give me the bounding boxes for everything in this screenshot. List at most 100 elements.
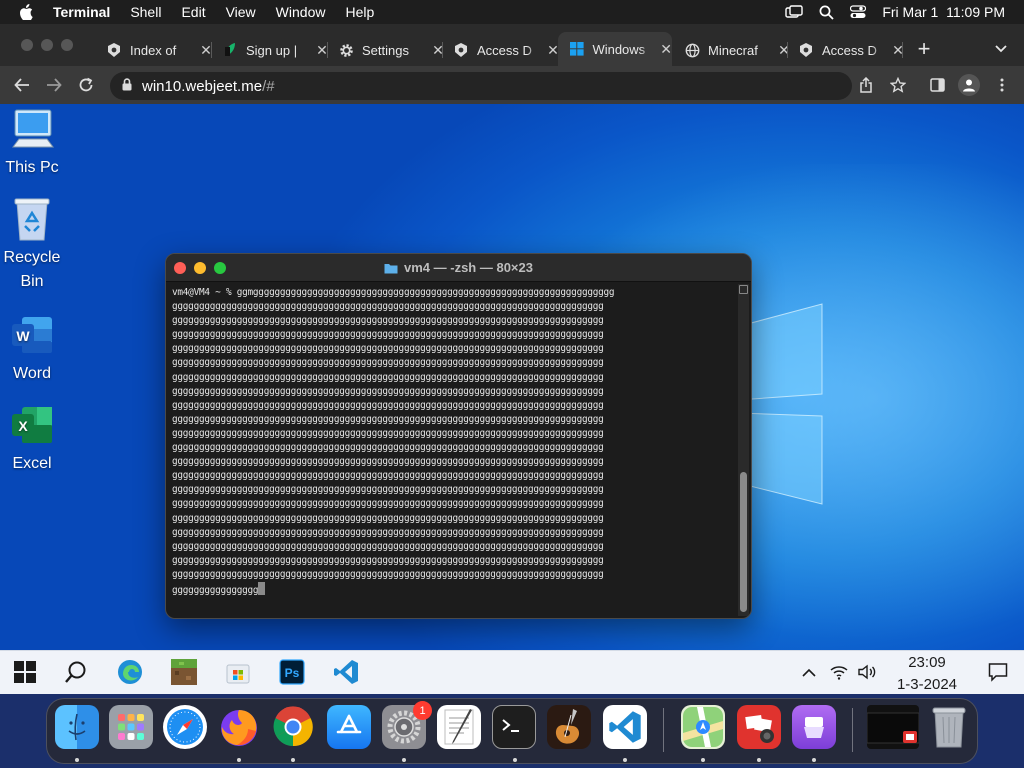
wifi-icon[interactable]	[828, 650, 850, 694]
vscode-icon[interactable]	[603, 705, 647, 749]
photo-booth-icon[interactable]	[737, 705, 781, 749]
browser-tab[interactable]: Minecraf ✕	[684, 37, 790, 63]
app-store-icon[interactable]	[327, 705, 371, 749]
menu-help[interactable]: Help	[345, 4, 374, 20]
search-icon[interactable]	[60, 650, 92, 694]
browser-tab-active[interactable]: Windows ✕	[558, 32, 672, 66]
volume-icon[interactable]	[856, 650, 878, 694]
desktop-icon-recycle-bin[interactable]: Recycle Bin	[0, 196, 64, 294]
notification-badge: 1	[413, 701, 432, 720]
forward-arrow-icon[interactable]	[44, 76, 64, 94]
svg-text:W: W	[16, 328, 30, 344]
url-host: win10.webjeet.me	[142, 77, 263, 95]
excel-icon: X	[9, 402, 55, 448]
menu-app-name[interactable]: Terminal	[53, 4, 110, 20]
browser-tab[interactable]: Settings ✕	[338, 37, 444, 63]
new-tab-button[interactable]: +	[914, 36, 934, 61]
textedit-icon[interactable]	[437, 705, 481, 749]
spotlight-search-icon[interactable]	[819, 5, 834, 20]
svg-text:Ps: Ps	[285, 666, 300, 680]
desktop-icon-word[interactable]: W Word	[0, 312, 64, 386]
maps-icon[interactable]	[681, 705, 725, 749]
browser-close-button[interactable]	[21, 39, 33, 51]
terminal-close-button[interactable]	[174, 262, 186, 274]
tab-label: Windows	[592, 41, 646, 57]
finder-icon[interactable]	[55, 705, 99, 749]
more-menu-icon[interactable]	[993, 76, 1011, 94]
terminal-cursor	[258, 581, 266, 595]
browser-minimize-button[interactable]	[41, 39, 53, 51]
leaf-icon	[222, 42, 238, 58]
address-bar[interactable]: win10.webjeet.me/#	[110, 72, 852, 100]
tab-label: Settings	[362, 42, 409, 58]
store-icon[interactable]	[222, 650, 254, 694]
windows-start-icon[interactable]	[10, 650, 40, 694]
terminal-line: gggggggggggggggg	[172, 584, 259, 596]
vscode-icon[interactable]	[330, 650, 362, 694]
terminal-title-bar[interactable]: vm4 — -zsh — 80×23	[166, 254, 751, 282]
chrome-icon[interactable]	[271, 705, 315, 749]
trash-icon[interactable]	[927, 705, 971, 749]
terminal-line: ggmggggggggggggggggggggggggggggggggggggg…	[236, 287, 615, 298]
folder-icon	[384, 263, 398, 273]
desktop-icon-excel[interactable]: X Excel	[0, 402, 64, 476]
lock-icon[interactable]	[122, 77, 132, 95]
terminal-window[interactable]: vm4 — -zsh — 80×23 vm4@VM4 ~ % ggmgggggg…	[165, 253, 752, 619]
taskbar-date: 1-3-2024	[896, 676, 958, 693]
tab-divider	[902, 42, 903, 58]
browser-tab[interactable]: Access D ✕	[798, 37, 904, 63]
terminal-icon[interactable]	[492, 705, 536, 749]
tab-close-icon[interactable]: ✕	[660, 41, 672, 58]
tab-list-chevron-icon[interactable]	[993, 41, 1009, 57]
browser-tab[interactable]: Access D ✕	[453, 37, 559, 63]
menu-bar-clock[interactable]: Fri Mar 1 11:09 PM	[882, 4, 1005, 20]
control-center-icon[interactable]	[850, 5, 867, 19]
browser-tab[interactable]: Index of ✕	[106, 37, 212, 63]
screen-mirroring-icon[interactable]	[785, 5, 804, 19]
desktop-icon-this-pc[interactable]: This Pc	[0, 106, 64, 180]
podcasts-icon[interactable]	[792, 705, 836, 749]
terminal-output[interactable]: vm4@VM4 ~ % ggmggggggggggggggggggggggggg…	[172, 286, 734, 616]
tab-divider	[327, 42, 328, 58]
safari-icon[interactable]	[163, 705, 207, 749]
tab-close-icon[interactable]: ✕	[778, 42, 790, 59]
reload-icon[interactable]	[76, 76, 96, 94]
desktop-icon-label: Excel	[12, 455, 52, 472]
tab-label: Access D	[477, 42, 532, 58]
screen-recording-icon[interactable]	[867, 705, 919, 749]
taskbar-clock[interactable]: 23:09 1-3-2024	[884, 652, 970, 696]
bookmark-star-icon[interactable]	[889, 76, 907, 94]
apple-logo-icon[interactable]	[19, 4, 33, 20]
tab-divider	[442, 42, 443, 58]
tab-divider	[211, 42, 212, 58]
terminal-minimize-button[interactable]	[194, 262, 206, 274]
minecraft-icon[interactable]	[168, 650, 200, 694]
running-indicator	[812, 758, 816, 762]
share-icon[interactable]	[857, 76, 875, 94]
dock-divider	[663, 708, 664, 752]
firefox-icon[interactable]	[217, 705, 261, 749]
profile-avatar-icon[interactable]	[958, 74, 980, 96]
running-indicator	[513, 758, 517, 762]
menu-shell[interactable]: Shell	[130, 4, 161, 20]
tab-label: Access D	[822, 42, 877, 58]
menu-window[interactable]: Window	[276, 4, 326, 20]
show-hidden-icons-chevron[interactable]	[799, 650, 819, 694]
scrollbar-top-icon	[739, 285, 748, 294]
notification-icon[interactable]	[986, 650, 1010, 694]
tab-label: Index of	[130, 42, 177, 58]
back-arrow-icon[interactable]	[12, 76, 32, 94]
terminal-zoom-button[interactable]	[214, 262, 226, 274]
browser-zoom-button[interactable]	[61, 39, 73, 51]
terminal-scrollbar-thumb[interactable]	[740, 472, 747, 612]
side-panel-icon[interactable]	[928, 76, 946, 94]
garageband-icon[interactable]	[547, 705, 591, 749]
browser-tab[interactable]: Sign up | ✕	[222, 37, 328, 63]
launchpad-icon[interactable]	[109, 705, 153, 749]
menu-view[interactable]: View	[226, 4, 256, 20]
photoshop-icon[interactable]: Ps	[276, 650, 308, 694]
url-path: /#	[262, 77, 275, 95]
terminal-prompt: vm4@VM4 ~ %	[172, 287, 237, 298]
menu-edit[interactable]: Edit	[181, 4, 205, 20]
edge-icon[interactable]	[114, 650, 146, 694]
